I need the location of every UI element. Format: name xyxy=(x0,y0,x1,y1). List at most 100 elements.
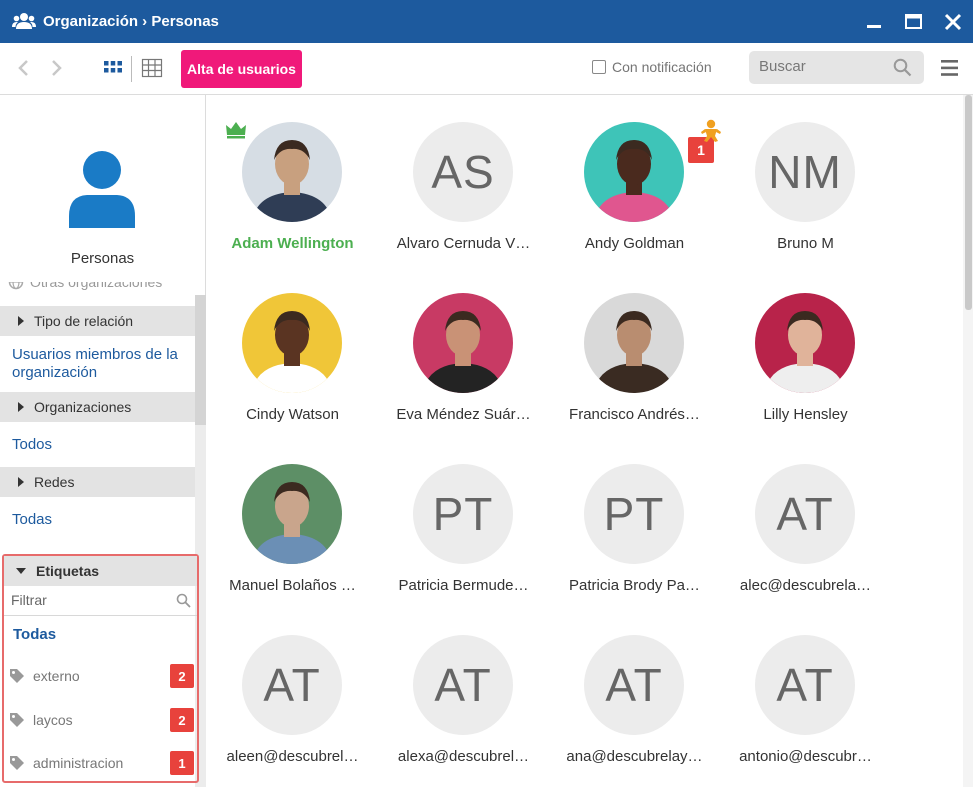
tag-item[interactable]: administracion 1 xyxy=(4,750,197,776)
person-name[interactable]: Patricia Brody Pa… xyxy=(549,577,720,594)
tag-count-badge: 2 xyxy=(170,664,194,688)
tag-item[interactable]: externo 2 xyxy=(4,663,197,689)
tag-count-badge: 1 xyxy=(170,751,194,775)
tags-header[interactable]: Etiquetas xyxy=(4,556,197,586)
minimize-icon[interactable] xyxy=(861,9,887,35)
person-name[interactable]: alec@descubrela… xyxy=(720,577,891,594)
initials-avatar: NM xyxy=(755,122,855,222)
toolbar-divider xyxy=(131,56,132,82)
person-card[interactable]: AT alec@descubrela… xyxy=(720,437,891,608)
person-card[interactable]: AT antonio@descubr… xyxy=(720,608,891,779)
toolbar: Alta de usuarios Con notificación xyxy=(0,43,973,95)
initials-avatar: AT xyxy=(584,635,684,735)
networks-label: Redes xyxy=(34,474,75,490)
tags-all-link[interactable]: Todas xyxy=(13,626,56,644)
person-card[interactable]: Adam Wellington xyxy=(207,95,378,266)
man-beard-photo xyxy=(584,293,684,393)
person-name[interactable]: Cindy Watson xyxy=(207,406,378,423)
man-suit-photo xyxy=(242,122,342,222)
organizations-label: Organizaciones xyxy=(34,399,132,415)
woman-pink-photo xyxy=(413,293,513,393)
initials-avatar: AT xyxy=(755,635,855,735)
tags-section: Etiquetas Todas externo 2 laycos 2 admin… xyxy=(2,554,199,783)
sidebar-title: Personas xyxy=(70,250,135,267)
close-icon[interactable] xyxy=(940,9,966,35)
person-name[interactable]: antonio@descubr… xyxy=(720,748,891,765)
users-icon xyxy=(12,13,36,29)
person-card[interactable]: Cindy Watson xyxy=(207,266,378,437)
sidebar: Personas Otras organizaciones Tipo de re… xyxy=(0,95,206,787)
person-name[interactable]: Manuel Bolaños … xyxy=(207,577,378,594)
man-gray-photo xyxy=(242,464,342,564)
search-box[interactable] xyxy=(749,51,924,84)
tags-header-label: Etiquetas xyxy=(36,563,100,579)
woman-glasses-photo xyxy=(755,293,855,393)
tags-filter[interactable] xyxy=(4,586,197,616)
person-name[interactable]: Adam Wellington xyxy=(207,235,378,252)
caret-right-icon xyxy=(18,477,24,487)
person-card[interactable]: AT ana@descubrelay… xyxy=(549,608,720,779)
main-scrollbar[interactable] xyxy=(963,95,973,787)
person-name[interactable]: Andy Goldman xyxy=(549,235,720,252)
tags-filter-input[interactable] xyxy=(11,592,161,608)
notification-toggle[interactable]: Con notificación xyxy=(592,59,712,75)
table-view-icon[interactable] xyxy=(140,56,164,80)
person-card[interactable]: AS Alvaro Cernuda V… xyxy=(378,95,549,266)
hamburger-menu-icon[interactable] xyxy=(940,59,960,77)
relation-type-label: Tipo de relación xyxy=(34,313,134,329)
globe-icon xyxy=(8,282,24,290)
person-card[interactable]: AT alexa@descubrel… xyxy=(378,608,549,779)
initials-avatar: AS xyxy=(413,122,513,222)
networks-all-link[interactable]: Todas xyxy=(12,511,52,529)
woman-curly-photo xyxy=(242,293,342,393)
person-name[interactable]: alexa@descubrel… xyxy=(378,748,549,765)
person-card[interactable]: Manuel Bolaños … xyxy=(207,437,378,608)
tag-icon xyxy=(10,669,24,683)
person-card[interactable]: Andy Goldman xyxy=(549,95,720,266)
organizations-all-link[interactable]: Todos xyxy=(12,436,52,454)
other-organizations-label: Otras organizaciones xyxy=(30,282,163,290)
notification-label: Con notificación xyxy=(612,59,712,75)
title-bar: Organización › Personas xyxy=(0,0,973,43)
tag-icon xyxy=(10,713,24,727)
person-card[interactable]: Eva Méndez Suár… xyxy=(378,266,549,437)
person-name[interactable]: ana@descubrelay… xyxy=(549,748,720,765)
search-icon[interactable] xyxy=(176,593,191,608)
notification-checkbox[interactable] xyxy=(592,60,606,74)
forward-arrow-icon[interactable] xyxy=(46,57,66,79)
person-name[interactable]: Alvaro Cernuda V… xyxy=(378,235,549,252)
grid-view-icon[interactable] xyxy=(101,56,125,80)
organizations-header[interactable]: Organizaciones xyxy=(0,392,195,422)
add-users-button[interactable]: Alta de usuarios xyxy=(181,50,302,88)
other-organizations-item[interactable]: Otras organizaciones xyxy=(8,282,162,290)
tag-item[interactable]: laycos 2 xyxy=(4,707,197,733)
person-name[interactable]: Eva Méndez Suár… xyxy=(378,406,549,423)
person-name[interactable]: Patricia Bermude… xyxy=(378,577,549,594)
back-arrow-icon[interactable] xyxy=(14,57,34,79)
search-input[interactable] xyxy=(759,58,894,75)
person-name[interactable]: Bruno M xyxy=(720,235,891,252)
person-name[interactable]: Lilly Hensley xyxy=(720,406,891,423)
person-card[interactable]: NM Bruno M xyxy=(701,95,891,266)
tag-label: externo xyxy=(33,668,80,684)
search-icon[interactable] xyxy=(893,58,912,77)
networks-header[interactable]: Redes xyxy=(0,467,195,497)
crown-icon xyxy=(226,122,246,139)
people-grid: Adam Wellington AS Alvaro Cernuda V… Andy G… xyxy=(207,95,963,787)
initials-avatar: AT xyxy=(242,635,342,735)
relation-type-header[interactable]: Tipo de relación xyxy=(0,306,195,336)
maximize-icon[interactable] xyxy=(900,9,926,35)
person-name[interactable]: Francisco Andrés… xyxy=(549,406,720,423)
person-card[interactable]: Lilly Hensley xyxy=(720,266,891,437)
initials-avatar: PT xyxy=(584,464,684,564)
caret-right-icon xyxy=(18,316,24,326)
person-name[interactable]: aleen@descubrel… xyxy=(207,748,378,765)
initials-avatar: AT xyxy=(413,635,513,735)
person-card[interactable]: PT Patricia Bermude… xyxy=(378,437,549,608)
caret-down-icon xyxy=(16,568,26,574)
person-card[interactable]: PT Patricia Brody Pa… xyxy=(549,437,720,608)
tag-label: laycos xyxy=(33,712,73,728)
members-link[interactable]: Usuarios miembros de la organización xyxy=(12,346,192,382)
person-card[interactable]: AT aleen@descubrel… xyxy=(207,608,378,779)
person-card[interactable]: Francisco Andrés… xyxy=(549,266,720,437)
